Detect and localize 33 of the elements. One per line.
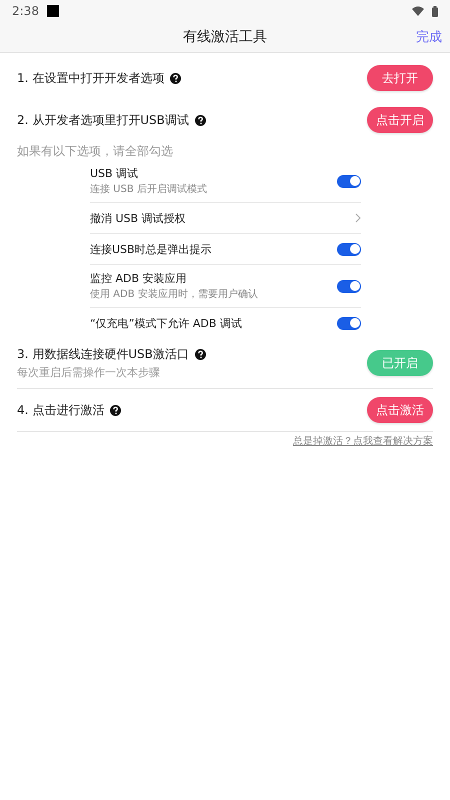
battery-icon bbox=[432, 6, 438, 16]
setting-title: USB 调试 bbox=[90, 166, 140, 181]
setting-title: “仅充电”模式下允许 ADB 调试 bbox=[90, 316, 242, 330]
help-icon bbox=[170, 72, 182, 84]
page-title: 有线激活工具 bbox=[183, 28, 267, 46]
step-button[interactable]: 点击激活 bbox=[367, 397, 433, 423]
step-button[interactable]: 已开启 bbox=[367, 350, 433, 376]
notification-icon bbox=[46, 5, 59, 17]
setting-description: 连接 USB 后开启调试模式 bbox=[90, 182, 207, 196]
instruction-text: 如果有以下选项，请全部勾选 bbox=[17, 143, 174, 160]
step-title: 3. 用数据线连接硬件USB激活口 bbox=[17, 346, 189, 363]
setting-description: 使用 ADB 安装应用时，需要用户确认 bbox=[90, 288, 258, 301]
wifi-icon bbox=[412, 6, 424, 16]
setting-title: 监控 ADB 安装应用 bbox=[90, 271, 188, 286]
toggle-switch[interactable] bbox=[337, 280, 361, 292]
step-button[interactable]: 去打开 bbox=[367, 65, 433, 91]
toggle-switch[interactable] bbox=[337, 242, 361, 256]
step-title: 2. 从开发者选项里打开USB调试 bbox=[17, 112, 189, 128]
done-button[interactable]: 完成 bbox=[416, 28, 442, 46]
help-icon bbox=[194, 349, 206, 360]
help-icon bbox=[194, 114, 206, 126]
setting-title: 撤消 USB 调试授权 bbox=[90, 210, 186, 226]
step-title: 1. 在设置中打开开发者选项 bbox=[17, 70, 164, 86]
help-link[interactable]: 总是掉激活？点我查看解决方案 bbox=[293, 434, 433, 448]
step-button[interactable]: 点击开启 bbox=[367, 107, 433, 133]
step-title: 4. 点击进行激活 bbox=[17, 402, 104, 418]
toggle-switch[interactable] bbox=[337, 316, 361, 330]
chevron-right-icon bbox=[355, 213, 361, 223]
help-icon bbox=[110, 404, 122, 416]
status-time: 2:38 bbox=[12, 4, 39, 18]
setting-title: 连接USB时总是弹出提示 bbox=[90, 242, 212, 256]
step-hint: 每次重启后需操作一次本步骤 bbox=[17, 365, 161, 380]
toggle-switch[interactable] bbox=[337, 174, 361, 188]
